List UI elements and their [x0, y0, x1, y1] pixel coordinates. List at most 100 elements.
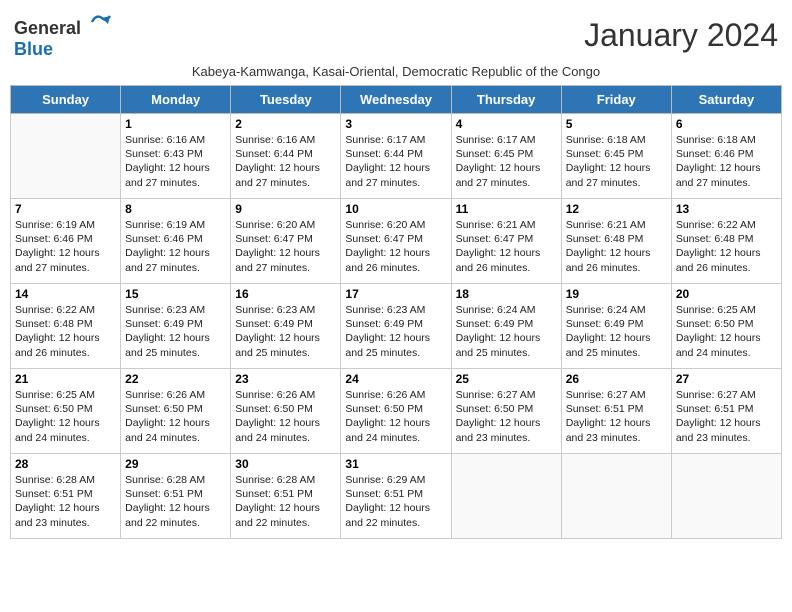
calendar-cell: 12 Sunrise: 6:21 AM Sunset: 6:48 PM Dayli… — [561, 199, 671, 284]
calendar-cell: 23 Sunrise: 6:26 AM Sunset: 6:50 PM Dayli… — [231, 369, 341, 454]
day-header-friday: Friday — [561, 86, 671, 114]
calendar-cell: 30 Sunrise: 6:28 AM Sunset: 6:51 PM Dayli… — [231, 454, 341, 539]
day-number: 10 — [345, 202, 446, 216]
day-number: 8 — [125, 202, 226, 216]
calendar-cell: 20 Sunrise: 6:25 AM Sunset: 6:50 PM Dayli… — [671, 284, 781, 369]
day-number: 15 — [125, 287, 226, 301]
day-number: 20 — [676, 287, 777, 301]
calendar-week-5: 28Sunrise: 6:28 AM Sunset: 6:51 PM Dayli… — [11, 454, 782, 539]
logo-general: General — [14, 18, 81, 38]
day-info: Sunrise: 6:24 AM Sunset: 6:49 PM Dayligh… — [566, 303, 667, 360]
calendar-week-4: 21 Sunrise: 6:25 AM Sunset: 6:50 PM Dayli… — [11, 369, 782, 454]
calendar-body: 1 Sunrise: 6:16 AM Sunset: 6:43 PM Daylig… — [11, 114, 782, 539]
calendar-week-1: 1 Sunrise: 6:16 AM Sunset: 6:43 PM Daylig… — [11, 114, 782, 199]
calendar-week-3: 14 Sunrise: 6:22 AM Sunset: 6:48 PM Dayli… — [11, 284, 782, 369]
day-info: Sunrise: 6:17 AM Sunset: 6:44 PM Dayligh… — [345, 133, 446, 190]
day-info: Sunrise: 6:26 AM Sunset: 6:50 PM Dayligh… — [125, 388, 226, 445]
day-number: 22 — [125, 372, 226, 386]
calendar-cell: 7Sunrise: 6:19 AM Sunset: 6:46 PM Daylig… — [11, 199, 121, 284]
day-info: Sunrise: 6:22 AM Sunset: 6:48 PM Dayligh… — [676, 218, 777, 275]
day-info: Sunrise: 6:17 AM Sunset: 6:45 PM Dayligh… — [456, 133, 557, 190]
day-number: 11 — [456, 202, 557, 216]
calendar-cell: 19 Sunrise: 6:24 AM Sunset: 6:49 PM Dayli… — [561, 284, 671, 369]
calendar-cell: 5 Sunrise: 6:18 AM Sunset: 6:45 PM Daylig… — [561, 114, 671, 199]
calendar-cell: 13 Sunrise: 6:22 AM Sunset: 6:48 PM Dayli… — [671, 199, 781, 284]
day-info: Sunrise: 6:27 AM Sunset: 6:51 PM Dayligh… — [676, 388, 777, 445]
header: General Blue January 2024 — [10, 10, 782, 60]
calendar-cell: 3 Sunrise: 6:17 AM Sunset: 6:44 PM Daylig… — [341, 114, 451, 199]
day-info: Sunrise: 6:22 AM Sunset: 6:48 PM Dayligh… — [15, 303, 116, 360]
calendar-cell: 14 Sunrise: 6:22 AM Sunset: 6:48 PM Dayli… — [11, 284, 121, 369]
calendar-cell: 1 Sunrise: 6:16 AM Sunset: 6:43 PM Daylig… — [121, 114, 231, 199]
day-number: 3 — [345, 117, 446, 131]
calendar: SundayMondayTuesdayWednesdayThursdayFrid… — [10, 85, 782, 539]
calendar-cell — [671, 454, 781, 539]
day-info: Sunrise: 6:28 AM Sunset: 6:51 PM Dayligh… — [235, 473, 336, 530]
calendar-cell: 15 Sunrise: 6:23 AM Sunset: 6:49 PM Dayli… — [121, 284, 231, 369]
calendar-cell — [561, 454, 671, 539]
day-number: 1 — [125, 117, 226, 131]
logo: General Blue — [14, 10, 112, 60]
logo-icon — [88, 10, 112, 34]
day-info: Sunrise: 6:29 AM Sunset: 6:51 PM Dayligh… — [345, 473, 446, 530]
day-number: 2 — [235, 117, 336, 131]
calendar-cell: 16Sunrise: 6:23 AM Sunset: 6:49 PM Dayli… — [231, 284, 341, 369]
calendar-cell: 9Sunrise: 6:20 AM Sunset: 6:47 PM Daylig… — [231, 199, 341, 284]
day-info: Sunrise: 6:16 AM Sunset: 6:44 PM Dayligh… — [235, 133, 336, 190]
day-info: Sunrise: 6:21 AM Sunset: 6:47 PM Dayligh… — [456, 218, 557, 275]
day-number: 14 — [15, 287, 116, 301]
day-number: 21 — [15, 372, 116, 386]
day-info: Sunrise: 6:25 AM Sunset: 6:50 PM Dayligh… — [676, 303, 777, 360]
day-info: Sunrise: 6:24 AM Sunset: 6:49 PM Dayligh… — [456, 303, 557, 360]
day-info: Sunrise: 6:16 AM Sunset: 6:43 PM Dayligh… — [125, 133, 226, 190]
calendar-cell: 27 Sunrise: 6:27 AM Sunset: 6:51 PM Dayli… — [671, 369, 781, 454]
day-info: Sunrise: 6:18 AM Sunset: 6:46 PM Dayligh… — [676, 133, 777, 190]
day-number: 16 — [235, 287, 336, 301]
day-number: 27 — [676, 372, 777, 386]
day-number: 4 — [456, 117, 557, 131]
day-number: 29 — [125, 457, 226, 471]
calendar-cell: 28Sunrise: 6:28 AM Sunset: 6:51 PM Dayli… — [11, 454, 121, 539]
calendar-cell: 4 Sunrise: 6:17 AM Sunset: 6:45 PM Daylig… — [451, 114, 561, 199]
day-info: Sunrise: 6:23 AM Sunset: 6:49 PM Dayligh… — [125, 303, 226, 360]
day-info: Sunrise: 6:18 AM Sunset: 6:45 PM Dayligh… — [566, 133, 667, 190]
day-number: 23 — [235, 372, 336, 386]
calendar-week-2: 7Sunrise: 6:19 AM Sunset: 6:46 PM Daylig… — [11, 199, 782, 284]
day-number: 31 — [345, 457, 446, 471]
day-number: 26 — [566, 372, 667, 386]
day-info: Sunrise: 6:25 AM Sunset: 6:50 PM Dayligh… — [15, 388, 116, 445]
day-header-saturday: Saturday — [671, 86, 781, 114]
day-number: 24 — [345, 372, 446, 386]
calendar-cell: 10 Sunrise: 6:20 AM Sunset: 6:47 PM Dayli… — [341, 199, 451, 284]
calendar-cell: 26 Sunrise: 6:27 AM Sunset: 6:51 PM Dayli… — [561, 369, 671, 454]
day-number: 30 — [235, 457, 336, 471]
day-number: 25 — [456, 372, 557, 386]
calendar-cell — [11, 114, 121, 199]
day-info: Sunrise: 6:19 AM Sunset: 6:46 PM Dayligh… — [125, 218, 226, 275]
day-info: Sunrise: 6:28 AM Sunset: 6:51 PM Dayligh… — [15, 473, 116, 530]
day-info: Sunrise: 6:20 AM Sunset: 6:47 PM Dayligh… — [345, 218, 446, 275]
day-header-monday: Monday — [121, 86, 231, 114]
calendar-cell: 31 Sunrise: 6:29 AM Sunset: 6:51 PM Dayli… — [341, 454, 451, 539]
day-number: 17 — [345, 287, 446, 301]
day-number: 12 — [566, 202, 667, 216]
month-title: January 2024 — [584, 17, 778, 54]
day-info: Sunrise: 6:26 AM Sunset: 6:50 PM Dayligh… — [235, 388, 336, 445]
calendar-cell: 2 Sunrise: 6:16 AM Sunset: 6:44 PM Daylig… — [231, 114, 341, 199]
calendar-cell: 21 Sunrise: 6:25 AM Sunset: 6:50 PM Dayli… — [11, 369, 121, 454]
day-number: 18 — [456, 287, 557, 301]
day-info: Sunrise: 6:21 AM Sunset: 6:48 PM Dayligh… — [566, 218, 667, 275]
calendar-cell: 17Sunrise: 6:23 AM Sunset: 6:49 PM Dayli… — [341, 284, 451, 369]
day-number: 13 — [676, 202, 777, 216]
day-number: 19 — [566, 287, 667, 301]
day-number: 5 — [566, 117, 667, 131]
subtitle: Kabeya-Kamwanga, Kasai-Oriental, Democra… — [10, 64, 782, 79]
day-header-sunday: Sunday — [11, 86, 121, 114]
day-info: Sunrise: 6:27 AM Sunset: 6:51 PM Dayligh… — [566, 388, 667, 445]
calendar-cell: 18 Sunrise: 6:24 AM Sunset: 6:49 PM Dayli… — [451, 284, 561, 369]
calendar-cell: 24Sunrise: 6:26 AM Sunset: 6:50 PM Dayli… — [341, 369, 451, 454]
day-number: 6 — [676, 117, 777, 131]
calendar-cell: 25Sunrise: 6:27 AM Sunset: 6:50 PM Dayli… — [451, 369, 561, 454]
calendar-cell: 11 Sunrise: 6:21 AM Sunset: 6:47 PM Dayli… — [451, 199, 561, 284]
day-info: Sunrise: 6:28 AM Sunset: 6:51 PM Dayligh… — [125, 473, 226, 530]
